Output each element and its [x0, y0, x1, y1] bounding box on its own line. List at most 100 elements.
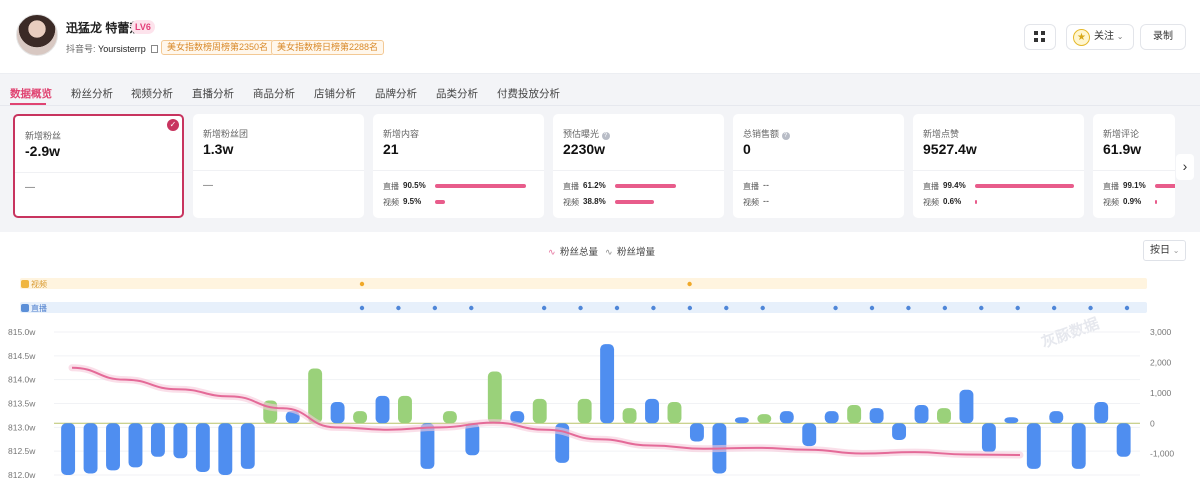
bar-fans-increase — [150, 423, 165, 457]
live-marker — [432, 305, 438, 311]
live-marker — [869, 305, 875, 311]
bar-fans-increase — [622, 408, 637, 424]
metric-card-total-sales[interactable]: 总销售额 ? 0 直播 -- 视频 -- — [733, 114, 904, 218]
metric-value: 0 — [743, 141, 751, 157]
metric-label: 新增粉丝团 — [203, 129, 249, 139]
left-axis-tick: 812.5w — [8, 446, 36, 456]
breakdown-label-video: 视频 — [563, 198, 579, 207]
breakdown-pct-live: -- — [763, 180, 769, 190]
bar-fans-increase — [330, 401, 345, 424]
divider — [373, 170, 544, 171]
live-marker — [359, 305, 365, 311]
breakdown-bar-live — [1155, 184, 1175, 188]
breakdown-label-live: 直播 — [1103, 182, 1119, 191]
metric-value: 21 — [383, 141, 399, 157]
bar-fans-increase — [1116, 423, 1131, 457]
help-icon[interactable]: ? — [601, 132, 610, 140]
divider — [193, 170, 364, 171]
tab-overview[interactable]: 数据概览 — [10, 86, 52, 101]
breakdown-bar-live — [975, 184, 1074, 188]
bar-fans-increase — [1026, 423, 1041, 469]
metric-card-new-likes[interactable]: 新增点赞 9527.4w 直播 99.4% 视频 0.6% — [913, 114, 1084, 218]
breakdown-bar-video — [615, 200, 654, 204]
breakdown-label-video: 视频 — [923, 198, 939, 207]
breakdown-label-live: 直播 — [563, 182, 579, 191]
bar-fans-increase — [442, 411, 457, 424]
bar-fans-increase — [734, 417, 749, 424]
rank-daily-badge[interactable]: 美女指数榜日榜第2288名 — [271, 40, 385, 55]
metric-card-new-fan-club[interactable]: 新增粉丝团 1.3w — — [193, 114, 364, 218]
live-marker — [469, 305, 474, 311]
right-axis-tick: 2,000 — [1150, 357, 1172, 367]
left-axis-tick: 815.0w — [8, 327, 36, 337]
metric-card-new-content[interactable]: 新增内容 21 直播 90.5% 视频 9.5% — [373, 114, 544, 218]
qr-code-button[interactable] — [1024, 24, 1056, 50]
breakdown-bar-live — [435, 184, 526, 188]
avatar[interactable] — [16, 14, 58, 56]
live-marker — [724, 305, 729, 311]
live-marker — [760, 305, 765, 311]
bar-fans-increase — [487, 371, 502, 424]
metric-card-new-fans[interactable]: 新增粉丝 -2.9w ✓ — — [13, 114, 184, 218]
chevron-right-icon[interactable]: › — [1176, 154, 1194, 180]
breakdown-label-live: 直播 — [383, 182, 399, 191]
bar-fans-increase — [106, 423, 120, 471]
bar-fans-increase — [779, 411, 794, 424]
star-icon: ★ — [1073, 29, 1090, 46]
breakdown-label-video: 视频 — [1103, 198, 1119, 207]
live-marker — [396, 305, 401, 311]
bar-fans-increase — [600, 344, 615, 424]
bar-fans-increase — [1071, 423, 1086, 469]
divider — [553, 170, 724, 171]
tab-video[interactable]: 视频分析 — [131, 86, 173, 101]
breakdown-pct-live: 61.2% — [583, 181, 606, 190]
tab-fans[interactable]: 粉丝分析 — [71, 86, 113, 101]
left-axis-tick: 814.0w — [8, 375, 36, 385]
qr-code-icon — [1034, 31, 1045, 42]
metric-label: 新增粉丝 — [25, 131, 62, 141]
follow-button[interactable]: ★ 关注 ⌄ — [1066, 24, 1134, 50]
bar-fans-increase — [83, 423, 98, 474]
breakdown-bar-video — [435, 200, 445, 204]
live-marker — [979, 305, 984, 311]
bar-fans-increase — [981, 423, 996, 453]
tab-product[interactable]: 商品分析 — [253, 86, 295, 101]
live-marker — [833, 305, 838, 311]
breakdown-pct-video: 0.9% — [1123, 197, 1142, 206]
right-axis-tick: 1,000 — [1150, 388, 1172, 398]
metric-label: 新增内容 — [383, 129, 420, 139]
right-axis-tick: 3,000 — [1150, 327, 1172, 337]
help-icon[interactable]: ? — [781, 132, 790, 140]
tab-divider — [0, 105, 1200, 106]
douyin-id: 抖音号: Yoursisterrp — [66, 42, 159, 55]
bar-fans-increase — [667, 401, 682, 424]
tab-paid-ads[interactable]: 付费投放分析 — [497, 86, 560, 101]
bar-fans-increase — [218, 423, 233, 475]
metric-label: 预估曝光 ? — [563, 127, 610, 140]
live-marker — [1015, 305, 1020, 311]
bar-fans-increase — [959, 389, 974, 424]
metric-card-new-comments[interactable]: 新增评论 61.9w 直播 99.1% 视频 0.9% — [1093, 114, 1175, 218]
left-axis-tick: 812.0w — [8, 470, 36, 480]
rank-weekly-badge[interactable]: 美女指数榜周榜第2350名 — [161, 40, 275, 55]
metric-value: 1.3w — [203, 141, 234, 157]
tab-brand[interactable]: 品牌分析 — [375, 86, 417, 101]
bar-fans-increase — [645, 398, 659, 424]
left-axis-tick: 814.5w — [8, 351, 36, 361]
bar-fans-increase — [892, 423, 907, 441]
breakdown-pct-video: 9.5% — [403, 197, 422, 206]
tab-live[interactable]: 直播分析 — [192, 86, 234, 101]
tab-category[interactable]: 品类分析 — [436, 86, 478, 101]
breakdown-bar-video — [975, 200, 977, 204]
left-axis-tick: 813.5w — [8, 399, 36, 409]
breakdown-pct-video: 0.6% — [943, 197, 962, 206]
copy-icon[interactable] — [151, 45, 159, 53]
fans-chart: 815.0w 814.5w 814.0w 813.5w 813.0w 812.5w 812.… — [8, 281, 1174, 480]
bar-fans-increase — [937, 408, 951, 424]
bar-fans-increase — [61, 423, 76, 475]
tab-store[interactable]: 店铺分析 — [314, 86, 356, 101]
record-button[interactable]: 录制 — [1140, 24, 1186, 50]
live-marker — [906, 305, 911, 311]
metric-value: 61.9w — [1103, 141, 1142, 157]
metric-card-exposure[interactable]: 预估曝光 ? 2230w 直播 61.2% 视频 38.8% — [553, 114, 724, 218]
